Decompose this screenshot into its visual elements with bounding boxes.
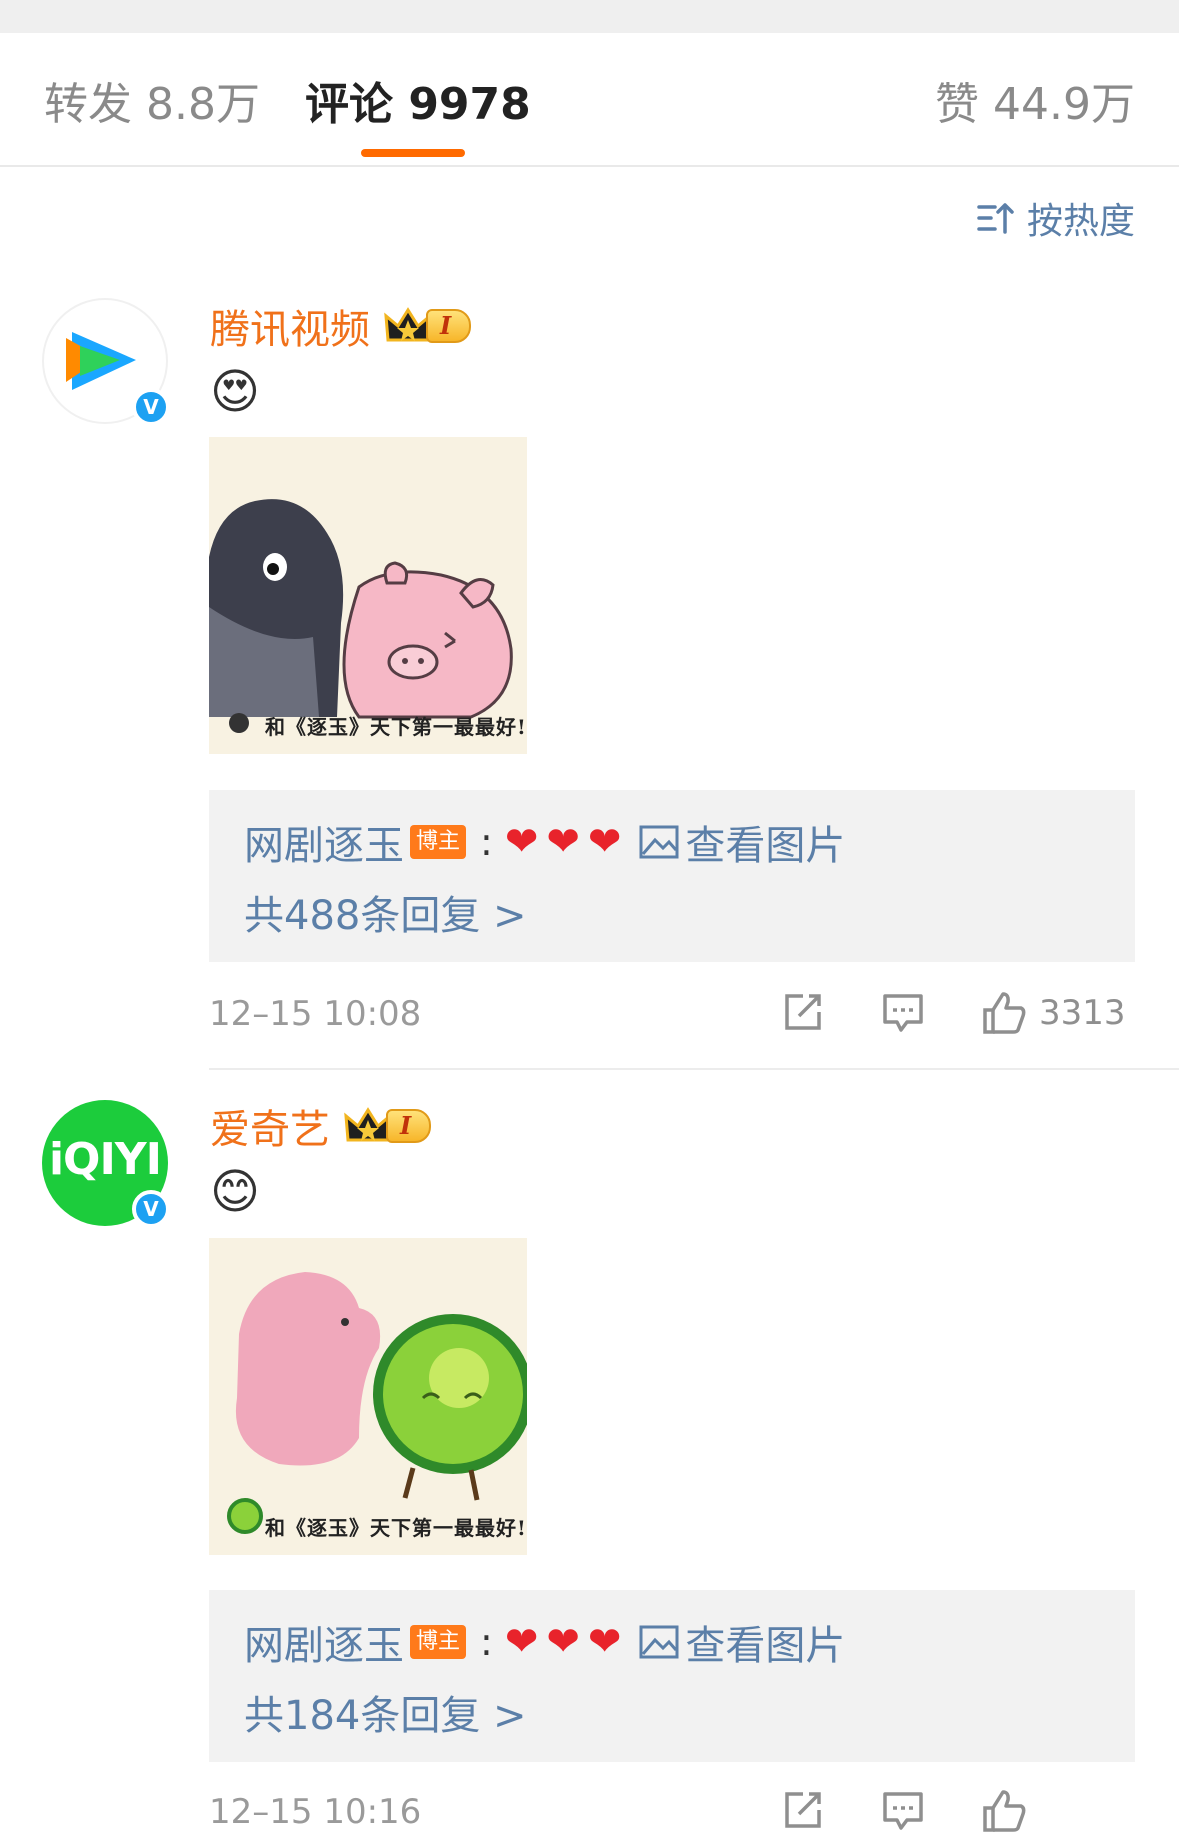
- like-count: 3313: [1039, 993, 1126, 1033]
- blogger-badge: 博主: [410, 825, 467, 859]
- crown-icon: [384, 307, 432, 342]
- verified-badge: V: [132, 388, 170, 426]
- image-caption: 和《逐玉》天下第一最最好!: [265, 715, 527, 739]
- reply-preview-box[interactable]: 网剧逐玉 博主 : ❤❤❤ 查看图片 共184条回复 >: [209, 1590, 1135, 1762]
- reply-preview-box[interactable]: 网剧逐玉 博主 : ❤❤❤ 查看图片 共488条回复 >: [209, 790, 1135, 962]
- crown-level: I: [386, 1109, 432, 1143]
- colon-separator: :: [480, 820, 493, 864]
- username[interactable]: 爱奇艺: [210, 1097, 330, 1155]
- sort-by-hot-button[interactable]: 按热度: [977, 193, 1135, 243]
- sort-icon: [977, 203, 1014, 234]
- comment-footer: 12–15 10:08 3313: [209, 986, 1135, 1046]
- share-icon: [785, 994, 821, 1030]
- avatar[interactable]: iQIYI V: [42, 1100, 170, 1228]
- view-picture-label: 查看图片: [685, 1623, 846, 1669]
- comment-icon: [883, 994, 923, 1032]
- member-crown-badge[interactable]: I: [344, 1106, 432, 1146]
- reply-author[interactable]: 网剧逐玉: [244, 1613, 404, 1671]
- tab-comments[interactable]: 评论 9978: [305, 77, 531, 133]
- reply-count-link[interactable]: 共184条回复 >: [244, 1688, 527, 1744]
- sort-label: 按热度: [1026, 201, 1135, 242]
- comment-emoji: 😊: [210, 1164, 261, 1220]
- reply-preview-line: 网剧逐玉 博主 : ❤❤❤ 查看图片: [244, 1612, 845, 1672]
- share-button[interactable]: [781, 1788, 825, 1832]
- thumbs-up-icon: [983, 1790, 1026, 1832]
- reply-author[interactable]: 网剧逐玉: [244, 813, 404, 871]
- reply-button[interactable]: [881, 1788, 925, 1832]
- image-icon: [639, 825, 679, 859]
- top-strip: [0, 0, 1179, 33]
- image-icon: [639, 1625, 679, 1659]
- colon-separator: :: [480, 1620, 493, 1664]
- crown-level: I: [426, 309, 472, 343]
- iqiyi-logo-text: iQIYI: [48, 1134, 162, 1185]
- comment-time: 12–15 10:08: [209, 994, 422, 1034]
- crown-icon: [344, 1107, 392, 1142]
- share-button[interactable]: [781, 990, 825, 1034]
- reply-button[interactable]: [881, 990, 925, 1034]
- avatar[interactable]: V: [42, 298, 170, 426]
- tab-bar: 转发 8.8万 评论 9978 赞 44.9万: [0, 33, 1179, 167]
- pig-kiwi-sticker-icon: [227, 1272, 527, 1534]
- reply-count-link[interactable]: 共488条回复 >: [244, 888, 527, 944]
- reply-preview-line: 网剧逐玉 博主 : ❤❤❤ 查看图片: [244, 812, 845, 872]
- comment-emoji: 😍: [210, 364, 261, 420]
- like-button[interactable]: 3313: [981, 990, 1126, 1036]
- tab-repost[interactable]: 转发 8.8万: [44, 77, 260, 133]
- comment-divider: [209, 1068, 1179, 1070]
- view-picture-link[interactable]: 查看图片: [639, 813, 845, 871]
- username-row: 腾讯视频 I: [210, 296, 472, 356]
- reply-hearts: ❤❤❤: [504, 1619, 630, 1665]
- comment-icon: [883, 1792, 923, 1830]
- verified-badge: V: [132, 1190, 170, 1228]
- image-caption: 和《逐玉》天下第一最最好!: [265, 1516, 527, 1540]
- username[interactable]: 腾讯视频: [210, 297, 370, 355]
- like-button[interactable]: [981, 1788, 1039, 1834]
- view-picture-link[interactable]: 查看图片: [639, 1613, 845, 1671]
- comment-time: 12–15 10:16: [209, 1792, 422, 1832]
- share-icon: [785, 1792, 821, 1828]
- view-picture-label: 查看图片: [685, 823, 846, 869]
- reply-hearts: ❤❤❤: [504, 819, 630, 865]
- comment-image[interactable]: 和《逐玉》天下第一最最好!: [209, 437, 527, 754]
- username-row: 爱奇艺 I: [210, 1096, 432, 1156]
- penguin-pig-sticker-icon: [209, 499, 513, 733]
- active-tab-indicator: [361, 149, 465, 157]
- thumbs-up-icon: [983, 992, 1026, 1034]
- comment-footer: 12–15 10:16: [209, 1784, 1135, 1844]
- comment-image[interactable]: 和《逐玉》天下第一最最好!: [209, 1238, 527, 1555]
- tab-likes[interactable]: 赞 44.9万: [935, 77, 1135, 133]
- member-crown-badge[interactable]: I: [384, 306, 472, 346]
- blogger-badge: 博主: [410, 1625, 467, 1659]
